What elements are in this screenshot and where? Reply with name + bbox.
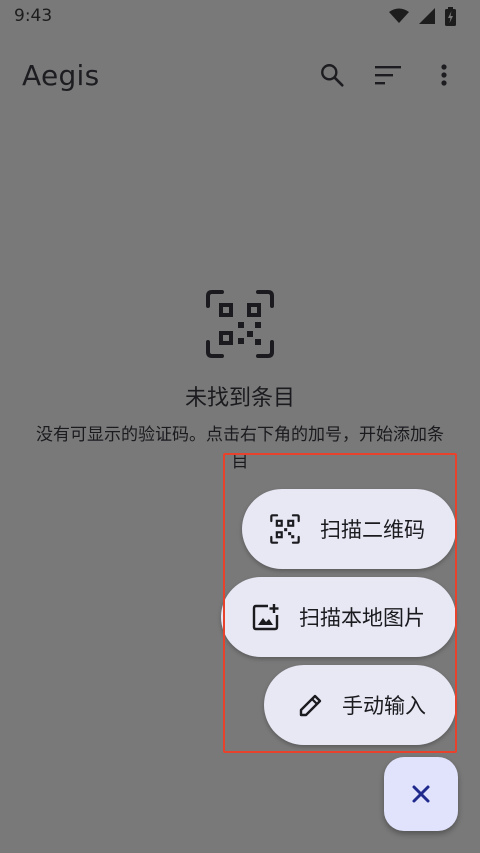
status-bar: 9:43 [0,0,480,32]
battery-charging-icon [445,6,456,26]
close-fab-button[interactable] [384,757,458,831]
empty-state: 未找到条目 没有可显示的验证码。点击右下角的加号，开始添加条目 [0,290,480,476]
close-icon [412,785,430,803]
highlight-box [223,453,457,753]
app-bar: Aegis [0,32,480,118]
app-title: Aegis [22,58,100,92]
signal-icon [419,8,435,24]
empty-state-title: 未找到条目 [184,386,295,411]
qr-code-scan-icon [206,290,274,358]
search-icon [321,64,344,87]
more-options-button[interactable] [420,51,468,99]
search-button[interactable] [308,51,356,99]
sort-icon [375,66,401,85]
sort-button[interactable] [364,51,412,99]
status-time: 9:43 [14,6,53,26]
more-vert-icon [441,64,447,86]
wifi-icon [389,8,409,23]
status-icons [389,6,456,26]
